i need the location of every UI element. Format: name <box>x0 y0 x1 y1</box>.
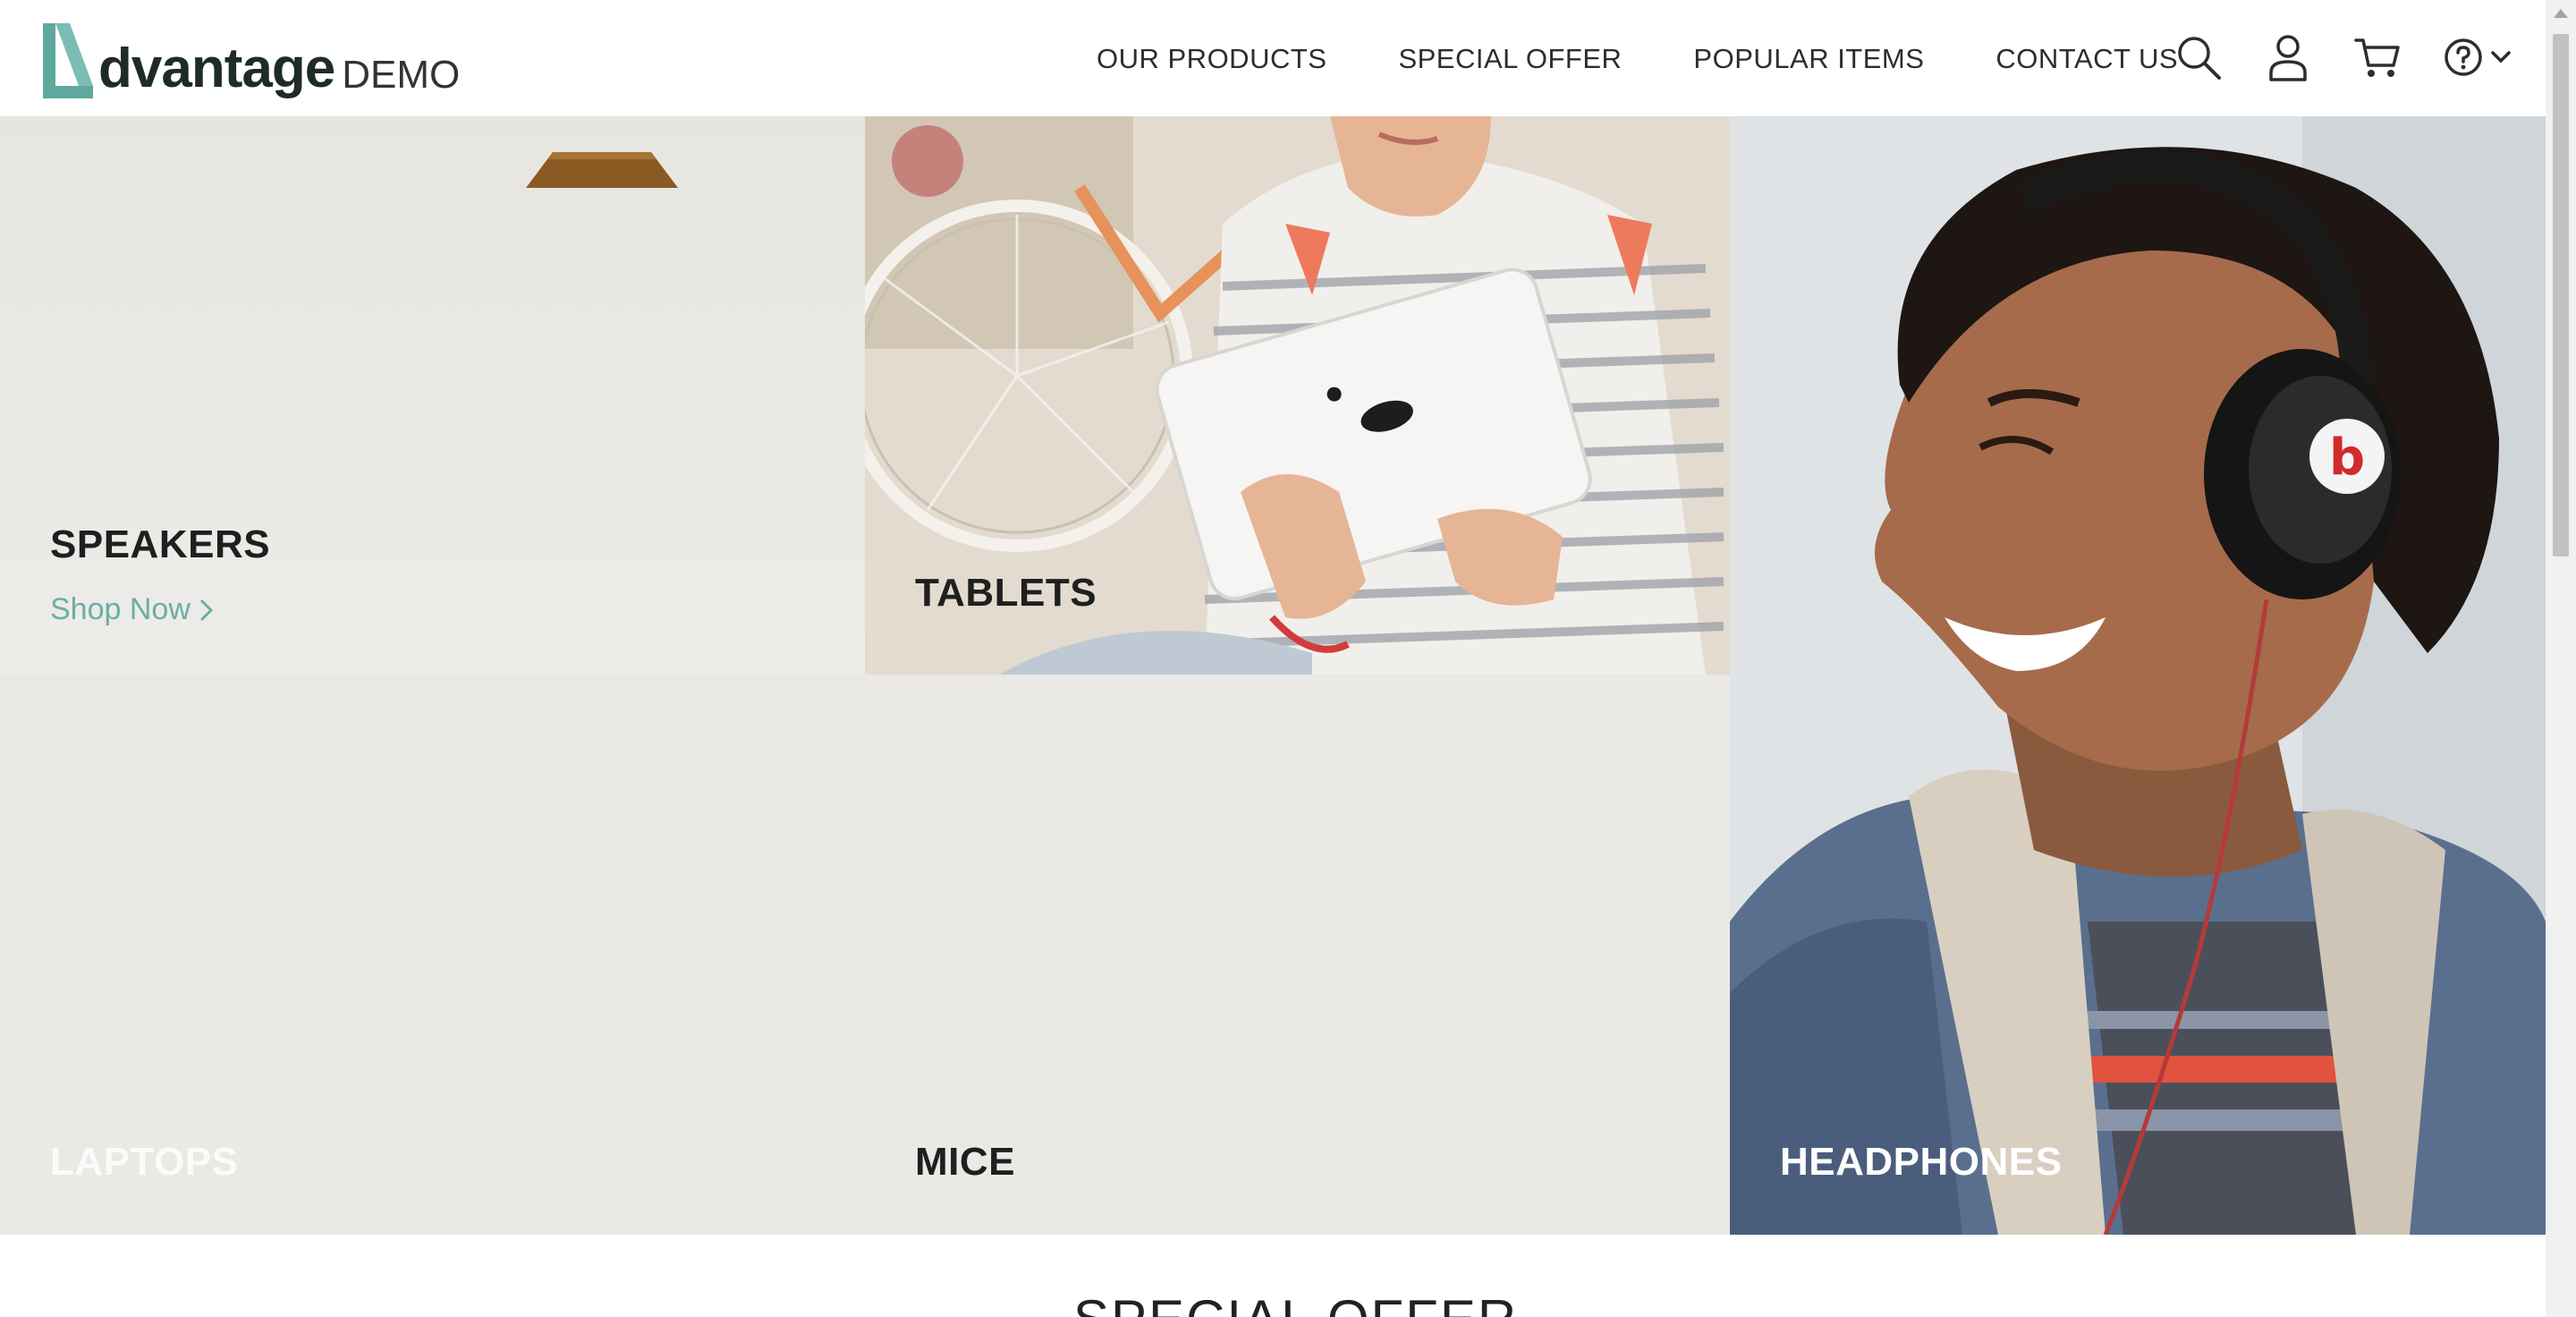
category-tile-mice[interactable]: MICE <box>865 675 1730 1235</box>
category-label-headphones: HEADPHONES <box>1780 1140 2063 1184</box>
speaker-image <box>526 152 678 188</box>
site-logo[interactable]: dvantage DEMO <box>39 16 460 102</box>
logo-mark-icon <box>39 20 97 102</box>
help-icon <box>2445 38 2482 76</box>
top-nav-bar: dvantage DEMO OUR PRODUCTS SPECIAL OFFER… <box>0 0 2546 116</box>
logo-wordmark: dvantage <box>98 38 335 99</box>
special-offer-heading: SPECIAL OFFER <box>1073 1288 1518 1317</box>
nav-popular-items[interactable]: POPULAR ITEMS <box>1693 43 1924 75</box>
chevron-right-icon <box>200 599 213 620</box>
cart-icon[interactable] <box>2352 32 2402 82</box>
search-icon[interactable] <box>2174 32 2224 82</box>
category-label-mice: MICE <box>915 1140 1015 1184</box>
header-icons <box>2174 32 2513 82</box>
logo-demo-label: DEMO <box>342 53 461 97</box>
category-label-laptops: LAPTOPS <box>50 1140 239 1184</box>
category-tile-tablets[interactable]: TABLETS <box>865 116 1730 675</box>
chevron-down-icon <box>2491 51 2511 64</box>
shop-now-link[interactable]: Shop Now <box>50 592 214 627</box>
nav-special-offer[interactable]: SPECIAL OFFER <box>1398 43 1622 75</box>
shop-now-label: Shop Now <box>50 592 191 626</box>
scroll-up-arrow-icon[interactable] <box>2554 9 2568 18</box>
headphones-photo: b <box>1730 116 2546 1235</box>
scrollbar-thumb[interactable] <box>2553 34 2569 557</box>
category-label-tablets: TABLETS <box>915 571 1097 615</box>
category-tile-speakers[interactable]: SPEAKERS Shop Now <box>0 116 865 675</box>
svg-text:b: b <box>2329 429 2365 487</box>
category-tile-laptops[interactable]: LAPTOPS <box>0 675 865 1235</box>
nav-contact-us[interactable]: CONTACT US <box>1996 43 2178 75</box>
category-label-speakers: SPEAKERS <box>50 523 271 566</box>
page-scrollbar[interactable] <box>2546 0 2576 1317</box>
category-tile-headphones[interactable]: b HEADPHONES <box>1730 116 2546 1235</box>
nav-our-products[interactable]: OUR PRODUCTS <box>1097 43 1326 75</box>
help-menu[interactable] <box>2442 32 2513 82</box>
user-icon[interactable] <box>2263 32 2313 82</box>
main-nav: OUR PRODUCTS SPECIAL OFFER POPULAR ITEMS… <box>1097 43 2178 75</box>
